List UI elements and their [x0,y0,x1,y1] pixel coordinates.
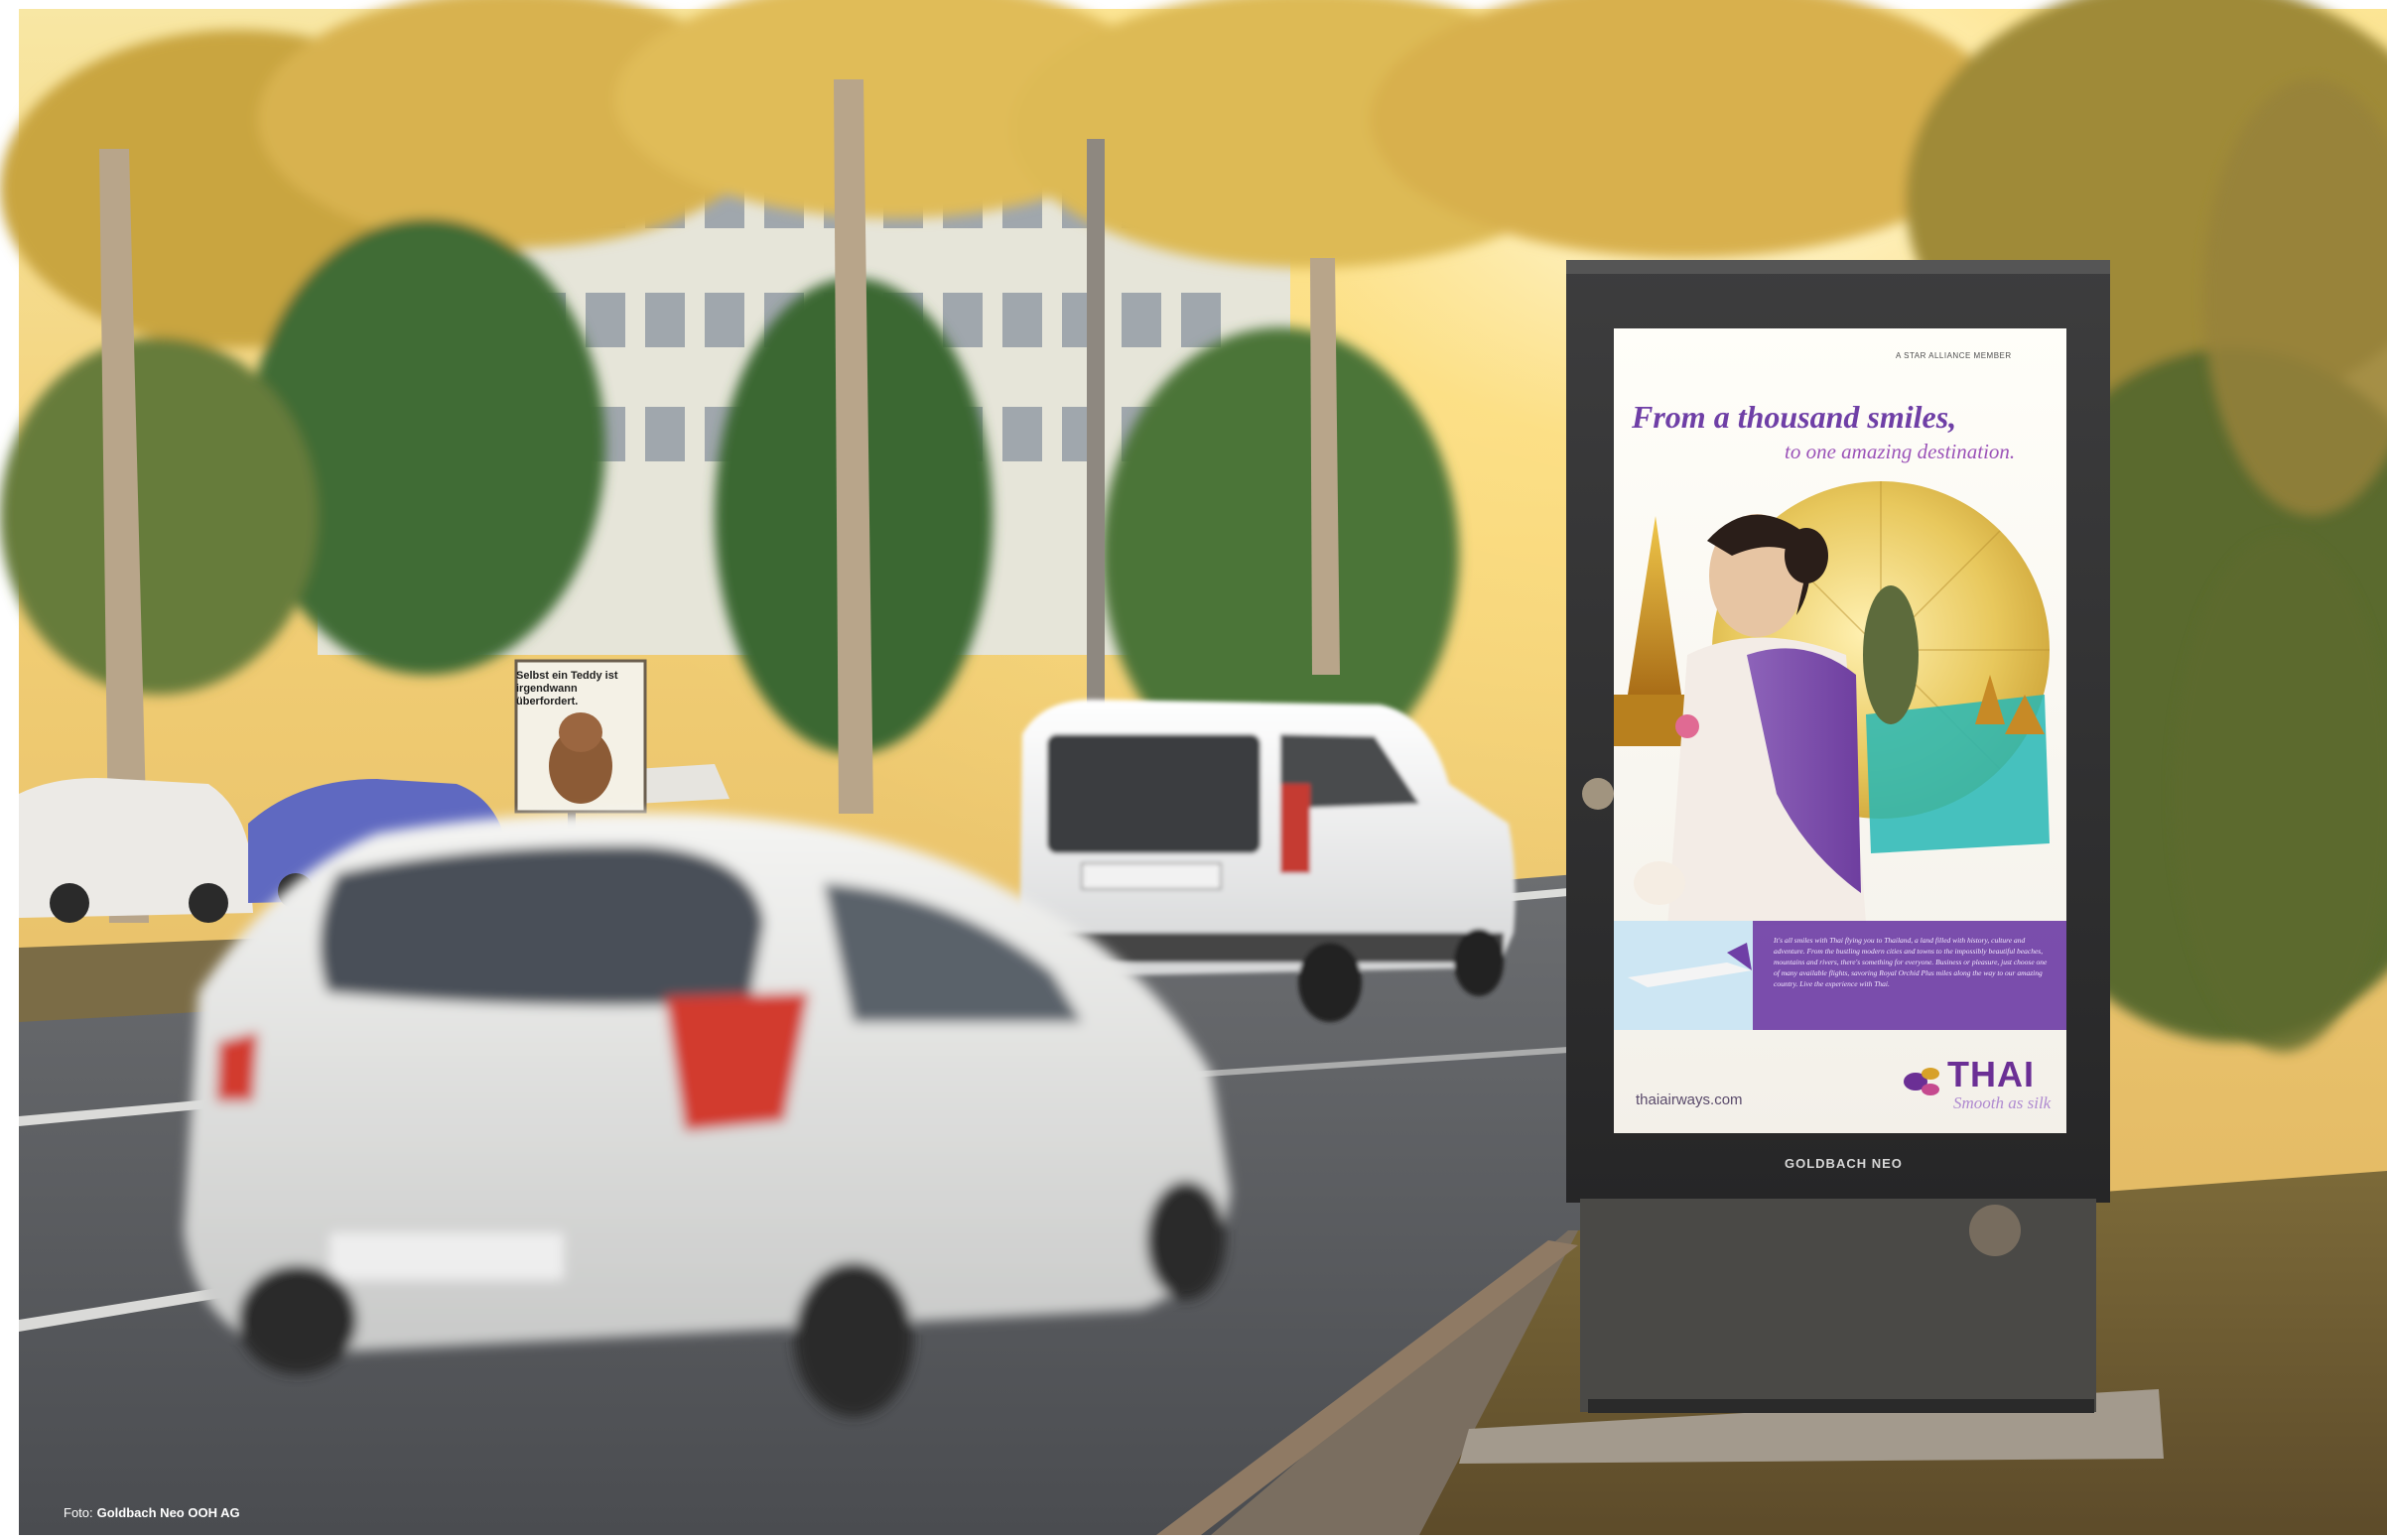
thai-tagline: Smooth as silk [1953,1093,2052,1112]
street-scene-illustration [0,0,2387,1535]
photo-credit: Foto: Goldbach Neo OOH AG [64,1505,240,1520]
poster-body-copy: It's all smiles with Thai flying you to … [1774,936,2048,988]
poster-subheadline: to one amazing destination. [1785,440,2016,463]
poster-website: thaiairways.com [1636,1091,1743,1108]
photo-credit-name: Goldbach Neo OOH AG [96,1505,240,1520]
thai-logo-text: THAI [1947,1054,2035,1094]
street-billboard-headline: Selbst ein Teddy ist irgendwann überford… [516,670,618,707]
street-scene: Selbst ein Teddy ist irgendwann überford… [0,0,2387,1535]
kiosk-brand-label: GOLDBACH NEO [1785,1156,1903,1171]
star-alliance-label: A STAR ALLIANCE MEMBER [1896,351,2012,360]
photo-credit-label: Foto: [64,1505,93,1520]
poster-headline: From a thousand smiles, [1632,399,1957,435]
